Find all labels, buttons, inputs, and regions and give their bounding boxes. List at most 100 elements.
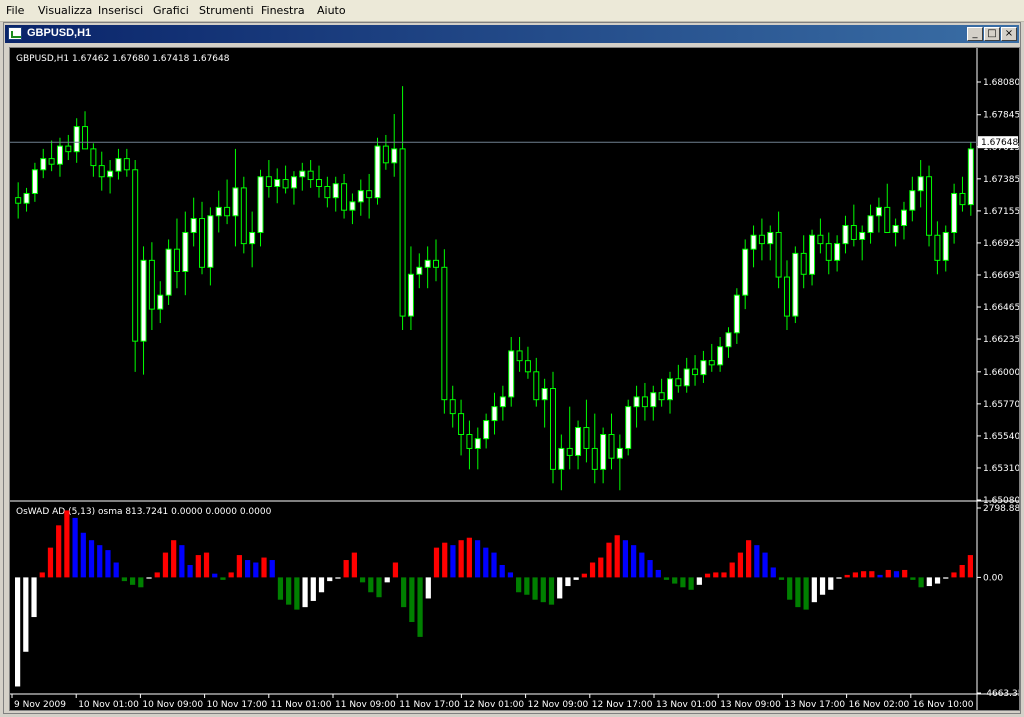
osma-bar xyxy=(614,535,620,578)
osma-bar xyxy=(778,577,785,580)
candle-body xyxy=(82,126,89,150)
candle-body xyxy=(850,225,857,240)
osma-bar xyxy=(220,577,226,580)
menu-inserisci[interactable]: Inserisci xyxy=(98,4,143,17)
price-tick-label: 1.67845 xyxy=(983,111,1019,121)
menu-finestra[interactable]: Finestra xyxy=(261,4,305,17)
osma-bar xyxy=(483,547,489,578)
time-tick-label: 12 Nov 01:00 xyxy=(463,700,524,710)
candle-body xyxy=(199,218,206,268)
candle-body xyxy=(265,176,272,188)
candle-body xyxy=(190,218,197,233)
candle-body xyxy=(274,179,281,188)
osma-bar xyxy=(951,572,957,578)
candle-body xyxy=(508,350,515,398)
candle-body xyxy=(767,231,774,245)
osma-bar xyxy=(581,573,587,578)
osma-bar xyxy=(746,540,752,578)
osma-bar xyxy=(557,577,563,599)
osma-bar xyxy=(959,564,965,578)
osma-bar xyxy=(877,574,883,578)
osma-bar xyxy=(631,545,637,578)
osma-bar xyxy=(146,577,152,579)
chart-area[interactable]: 1.680801.678451.676151.673851.671551.669… xyxy=(9,47,1020,711)
osma-bar xyxy=(787,577,793,600)
candle-body xyxy=(491,406,498,422)
candle-body xyxy=(683,368,690,387)
candle-body xyxy=(666,378,673,401)
osma-bar xyxy=(64,510,70,578)
menu-visualizza[interactable]: Visualizza xyxy=(38,4,92,17)
osma-bar xyxy=(819,577,826,595)
osma-bar xyxy=(302,577,308,608)
candle-body xyxy=(257,176,264,233)
menu-grafici[interactable]: Grafici xyxy=(153,4,189,17)
osma-bar xyxy=(253,562,259,578)
candle-body xyxy=(449,399,456,415)
time-tick-label: 11 Nov 09:00 xyxy=(335,700,396,710)
chart-window-icon xyxy=(8,27,22,40)
osma-bar xyxy=(688,577,694,590)
candle-body xyxy=(215,206,222,217)
osma-bar xyxy=(343,560,349,578)
candle-body xyxy=(758,234,765,245)
osma-bar xyxy=(228,572,234,578)
osma-bar xyxy=(926,577,932,587)
osma-bar xyxy=(384,577,390,583)
osma-bar xyxy=(154,572,160,578)
osma-bar xyxy=(524,577,530,595)
candle-body xyxy=(466,434,473,449)
time-tick-label: 13 Nov 17:00 xyxy=(784,700,845,710)
menu-strumenti[interactable]: Strumenti xyxy=(199,4,254,17)
osma-bar xyxy=(327,577,333,582)
time-tick-label: 11 Nov 01:00 xyxy=(271,700,332,710)
time-tick-label: 12 Nov 17:00 xyxy=(592,700,653,710)
candle-body xyxy=(366,190,373,199)
maximize-button[interactable]: □ xyxy=(984,27,1000,41)
close-button[interactable]: × xyxy=(1001,27,1017,41)
candle-body xyxy=(299,170,306,178)
candle-body xyxy=(324,186,331,199)
candle-body xyxy=(123,158,130,171)
candle-body xyxy=(650,392,657,408)
price-tick-label: 1.66235 xyxy=(983,335,1019,345)
osma-bar xyxy=(499,564,505,578)
price-tick-label: 1.66695 xyxy=(983,271,1019,281)
menu-file[interactable]: File xyxy=(6,4,24,17)
minimize-button[interactable]: _ xyxy=(967,27,983,41)
candle-body xyxy=(951,192,958,233)
candle-body xyxy=(249,231,256,245)
osma-bar xyxy=(105,550,111,578)
candle-body xyxy=(892,225,899,233)
candle-body xyxy=(549,388,556,470)
osma-bar xyxy=(795,577,801,608)
price-chart[interactable]: 1.680801.678451.676151.673851.671551.669… xyxy=(10,48,1019,710)
candle-body xyxy=(859,231,866,240)
price-tick-label: 1.66000 xyxy=(983,368,1019,378)
window-titlebar[interactable]: GBPUSD,H1 _ □ × xyxy=(5,25,1019,43)
osma-bar xyxy=(187,564,193,578)
price-tick-label: 1.68080 xyxy=(983,78,1019,88)
osma-bar xyxy=(97,545,103,578)
candle-body xyxy=(240,187,247,245)
osma-bar xyxy=(573,577,579,580)
candle-body xyxy=(140,259,147,342)
osma-bar xyxy=(836,577,842,579)
osma-bar xyxy=(15,577,21,687)
candle-body xyxy=(173,248,180,272)
candle-body xyxy=(307,170,314,181)
osma-bar xyxy=(491,552,497,578)
candle-body xyxy=(316,179,323,188)
candle-body xyxy=(282,179,289,189)
candle-body xyxy=(533,371,540,401)
candle-body xyxy=(23,192,30,204)
candle-body xyxy=(775,231,782,278)
candle-body xyxy=(750,234,757,250)
osma-bar xyxy=(72,517,78,578)
candle-body xyxy=(90,148,97,167)
time-tick-label: 9 Nov 2009 xyxy=(14,700,66,710)
menu-aiuto[interactable]: Aiuto xyxy=(317,4,346,17)
osma-bar xyxy=(516,577,522,593)
candle-body xyxy=(834,243,841,261)
candle-body xyxy=(31,169,38,194)
